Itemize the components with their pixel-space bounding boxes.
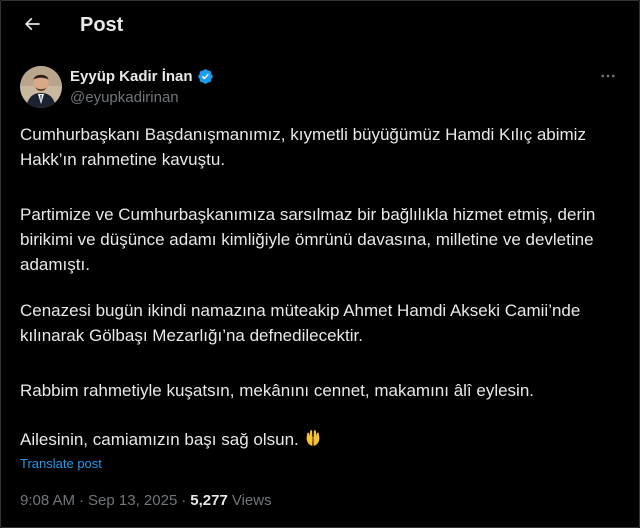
more-options-button[interactable] bbox=[596, 66, 620, 90]
post-time[interactable]: 9:08 AM bbox=[20, 492, 75, 509]
author-name-row: Eyyüp Kadir İnan bbox=[70, 68, 214, 85]
tweet-paragraph: Ailesinin, camiamızın başı sağ olsun. bbox=[20, 430, 299, 449]
praying-hands-icon bbox=[303, 428, 323, 448]
tweet-paragraph: Partimize ve Cumhurbaşkanımıza sarsılmaz… bbox=[20, 205, 596, 274]
author-name[interactable]: Eyyüp Kadir İnan bbox=[70, 68, 193, 85]
tweet-paragraph-last: Ailesinin, camiamızın başı sağ olsun. bbox=[20, 427, 323, 452]
post-header: Post bbox=[0, 0, 640, 52]
post-date[interactable]: Sep 13, 2025 bbox=[88, 492, 177, 509]
tweet-paragraph: Rabbim rahmetiyle kuşatsın, mekânını cen… bbox=[20, 381, 535, 400]
meta-separator: · bbox=[79, 492, 85, 509]
tweet-paragraph: Cenazesi bugün ikindi namazına müteakip … bbox=[20, 301, 581, 345]
page-title: Post bbox=[80, 14, 124, 36]
post-meta: 9:08 AM · Sep 13, 2025 · 5,277 Views bbox=[20, 492, 272, 509]
more-horizontal-icon bbox=[599, 67, 617, 90]
author-block: Eyyüp Kadir İnan @eyupkadirinan bbox=[20, 64, 620, 112]
back-button[interactable] bbox=[16, 10, 48, 42]
meta-separator: · bbox=[181, 492, 187, 509]
author-handle[interactable]: @eyupkadirinan bbox=[70, 89, 179, 106]
tweet-paragraph: Cumhurbaşkanı Başdanışmanımız, kıymetli … bbox=[20, 125, 586, 169]
views-label: Views bbox=[231, 492, 272, 509]
views-count: 5,277 bbox=[190, 492, 228, 509]
translate-post-link[interactable]: Translate post bbox=[20, 456, 102, 471]
avatar[interactable] bbox=[20, 66, 62, 108]
arrow-left-icon bbox=[22, 14, 42, 39]
verified-badge-icon bbox=[197, 68, 214, 85]
